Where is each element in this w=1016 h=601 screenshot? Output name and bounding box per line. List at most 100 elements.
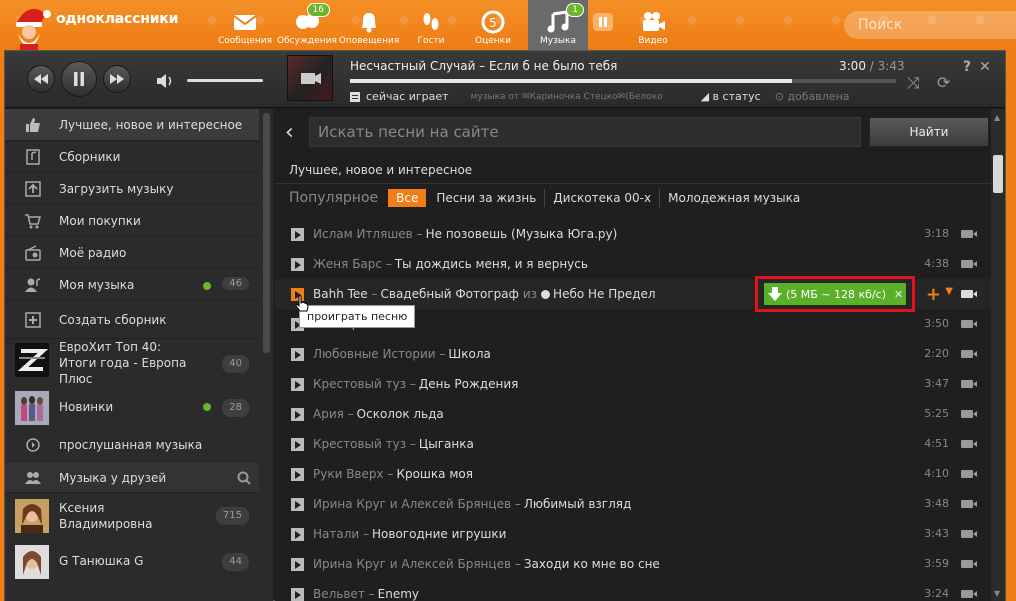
find-button[interactable]: Найти <box>869 117 989 147</box>
album-link[interactable]: Небо Не Предел <box>541 287 656 301</box>
video-camera-icon[interactable] <box>961 290 977 298</box>
main-scrollbar[interactable]: ▲ ▼ <box>991 109 1005 601</box>
track-artist[interactable]: Ирина Круг и Алексей Брянцев <box>313 497 511 511</box>
video-camera-icon[interactable] <box>961 470 977 478</box>
song-search-input[interactable] <box>309 117 861 147</box>
track-row[interactable]: Любовные Истории – Школа 2:20 <box>275 339 991 369</box>
track-artist[interactable]: Руки Вверх <box>313 467 384 481</box>
scroll-thumb[interactable] <box>993 155 1003 193</box>
scroll-up-arrow-icon[interactable]: ▲ <box>994 113 1000 122</box>
friend-tanyushka[interactable]: G Танюшка G 44 <box>5 539 273 583</box>
track-title[interactable]: Не позовешь (Музыка Юга.ру) <box>426 227 618 241</box>
scroll-down-arrow-icon[interactable]: ▼ <box>994 589 1000 598</box>
track-artist[interactable]: Крестовый туз <box>313 377 406 391</box>
track-artist[interactable]: Натали <box>313 527 359 541</box>
shuffle-icon[interactable]: ⤨ <box>907 73 920 93</box>
site-search-input[interactable] <box>844 11 1016 39</box>
sidebar-item-listened[interactable]: прослушанная музыка <box>5 427 273 463</box>
next-button[interactable] <box>103 65 131 93</box>
track-artist[interactable]: Любовные Истории <box>313 347 436 361</box>
play-icon[interactable] <box>291 438 304 451</box>
nav-discussions[interactable]: 16 Обсуждения <box>277 0 337 50</box>
play-icon[interactable] <box>291 228 304 241</box>
track-title[interactable]: Цыганка <box>419 437 474 451</box>
track-row[interactable]: Натали – Новогодние игрушки 3:43 <box>275 519 991 549</box>
close-icon[interactable]: ✕ <box>894 288 903 301</box>
sidebar-item-purchases[interactable]: Мои покупки <box>5 205 273 237</box>
sidebar-item-my-music[interactable]: Моя музыка 46 <box>5 269 273 301</box>
sidebar-item-create-collection[interactable]: Создать сборник <box>5 301 273 339</box>
play-icon[interactable] <box>291 348 304 361</box>
track-row[interactable]: Женя Барс – Ты дождись меня, и я вернусь 4… <box>275 249 991 279</box>
track-artist[interactable]: Женя Барс <box>313 257 382 271</box>
play-icon[interactable] <box>291 588 304 601</box>
track-title[interactable]: День Рождения <box>419 377 518 391</box>
back-chevron-icon[interactable]: ‹ <box>285 120 309 145</box>
track-artist[interactable]: Ирина Круг и Алексей Брянцев <box>313 557 511 571</box>
track-row[interactable]: Крестовый туз – День Рождения 3:47 <box>275 369 991 399</box>
track-row[interactable]: Ирина Круг и Алексей Брянцев – Любимый вз… <box>275 489 991 519</box>
video-camera-icon[interactable] <box>961 410 977 418</box>
video-camera-icon[interactable] <box>961 350 977 358</box>
tab-all[interactable]: Все <box>388 189 427 207</box>
friends-music-header[interactable]: Музыка у друзей <box>5 463 273 493</box>
play-icon[interactable] <box>291 408 304 421</box>
track-title[interactable]: Осколок льда <box>357 407 444 421</box>
track-row[interactable]: Ислам Итляшев – Не позовешь (Музыка Юга.р… <box>275 219 991 249</box>
track-artist[interactable]: Крестовый туз <box>313 437 406 451</box>
pause-button[interactable] <box>61 61 97 97</box>
video-camera-icon[interactable] <box>961 440 977 448</box>
play-icon[interactable] <box>291 378 304 391</box>
playing-source[interactable]: музыка от ✉Кариночка Стецко✉(Белоко <box>471 92 681 102</box>
play-icon[interactable] <box>291 558 304 571</box>
video-camera-icon[interactable] <box>961 320 977 328</box>
track-row[interactable]: Руки Вверх – Крошка моя 4:10 <box>275 459 991 489</box>
track-row[interactable]: Ария – Осколок льда 5:25 <box>275 399 991 429</box>
sidebar-item-radio[interactable]: Моё радио <box>5 237 273 269</box>
collection-eurohit[interactable]: ЕвроХит Топ 40: Итоги года - Европа Плюс… <box>5 339 273 387</box>
sidebar-item-collections[interactable]: Сборники <box>5 141 273 173</box>
track-title[interactable]: Enemy <box>378 587 419 601</box>
nav-guests[interactable]: Гости <box>404 0 458 50</box>
track-progress-bar[interactable] <box>350 79 896 83</box>
close-icon[interactable]: ✕ <box>979 59 991 75</box>
track-title[interactable]: Крошка моя <box>396 467 473 481</box>
nav-ratings[interactable]: 5 Оценки <box>466 0 520 50</box>
nav-video[interactable]: Видео <box>626 0 680 50</box>
nav-notifications[interactable]: Оповещения <box>339 0 399 50</box>
track-row[interactable]: Ирина Круг и Алексей Брянцев – Заходи ко … <box>275 549 991 579</box>
video-camera-icon[interactable] <box>961 530 977 538</box>
nav-music[interactable]: 1 Музыка <box>528 0 588 50</box>
track-artist[interactable]: Bahh Tee <box>313 287 368 301</box>
track-row[interactable]: Вельвет – Enemy 3:24 <box>275 579 991 601</box>
track-title[interactable]: Новогодние игрушки <box>372 527 506 541</box>
sidebar-scrollbar[interactable] <box>259 109 273 601</box>
collection-new[interactable]: Новинки 28 <box>5 387 273 427</box>
play-icon[interactable] <box>291 498 304 511</box>
video-camera-icon[interactable] <box>961 230 977 238</box>
track-row[interactable]: Крестовый туз – Цыганка 4:51 <box>275 429 991 459</box>
scroll-thumb[interactable] <box>263 113 270 353</box>
friend-kseniya[interactable]: Ксения Владимировна 715 <box>5 493 273 539</box>
track-title[interactable]: Ты дождись меня, и я вернусь <box>395 257 588 271</box>
search-icon[interactable] <box>237 471 251 485</box>
sidebar-item-upload[interactable]: Загрузить музыку <box>5 173 273 205</box>
volume-icon[interactable] <box>157 73 175 92</box>
video-camera-icon[interactable] <box>961 560 977 568</box>
tab-disco-00s[interactable]: Дискотека 00-х <box>545 189 661 207</box>
volume-slider[interactable] <box>187 79 263 82</box>
play-icon[interactable] <box>291 528 304 541</box>
download-button[interactable]: (5 МБ ~ 128 кб/с) ✕ <box>764 283 906 305</box>
dropdown-caret-icon[interactable]: ▼ <box>945 286 953 297</box>
video-camera-icon[interactable] <box>961 590 977 598</box>
site-logo[interactable]: одноклассники <box>6 4 178 50</box>
sidebar-item-best[interactable]: Лучшее, новое и интересное <box>5 109 273 141</box>
track-title[interactable]: Свадебный Фотограф <box>381 287 519 301</box>
tab-youth-music[interactable]: Молодежная музыка <box>660 189 808 207</box>
previous-button[interactable] <box>27 65 55 93</box>
track-title[interactable]: Любимый взгляд <box>524 497 631 511</box>
play-icon[interactable] <box>291 258 304 271</box>
video-camera-icon[interactable] <box>961 260 977 268</box>
to-status-button[interactable]: ◢ в статус <box>701 90 761 103</box>
repeat-icon[interactable]: ⟳ <box>937 73 950 92</box>
